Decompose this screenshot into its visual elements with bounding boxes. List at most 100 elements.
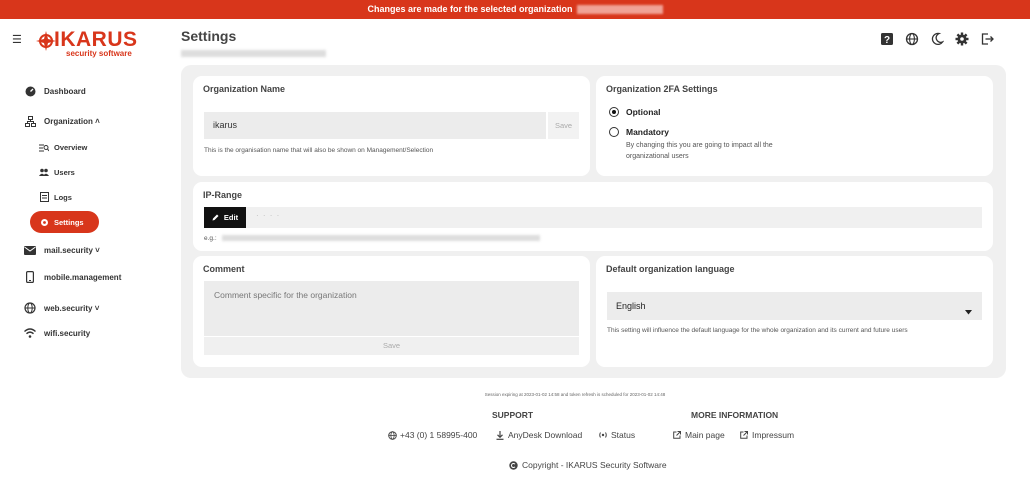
- support-phone-link[interactable]: +43 (0) 1 58995-400: [388, 430, 477, 440]
- sidebar-item-overview[interactable]: Overview: [38, 137, 87, 157]
- sidebar-item-organization[interactable]: Organization ˄: [24, 111, 100, 131]
- organization-name-hint: This is the organisation name that will …: [204, 147, 434, 154]
- sidebar-item-mail-security[interactable]: mail.security ˅: [24, 240, 100, 260]
- anydesk-text: AnyDesk Download: [508, 430, 583, 440]
- main-page-text: Main page: [685, 430, 725, 440]
- dark-mode-icon[interactable]: [930, 32, 945, 46]
- sidebar-item-label: Users: [54, 167, 75, 177]
- page-subtitle-redacted: [181, 50, 326, 57]
- status-text: Status: [611, 430, 636, 440]
- impressum-link[interactable]: Impressum: [740, 430, 794, 440]
- settings-icon: [38, 216, 50, 228]
- language-card: Default organization language English Th…: [596, 256, 993, 367]
- card-title: Default organization language: [606, 264, 735, 274]
- users-icon: [38, 166, 50, 178]
- mail-icon: [24, 244, 36, 256]
- ip-range-example-label: e.g.:: [204, 235, 217, 242]
- status-link[interactable]: Status: [598, 430, 635, 440]
- edit-label: Edit: [223, 213, 239, 222]
- sidebar-item-label: web.security ˅: [44, 303, 100, 313]
- ip-range-example-redacted: [222, 235, 540, 241]
- copyright-text: Copyright - IKARUS Security Software: [522, 460, 667, 470]
- globe-icon[interactable]: [905, 32, 919, 46]
- comment-placeholder: Comment specific for the organization: [214, 290, 357, 300]
- sidebar-item-label: wifi.security: [44, 328, 91, 338]
- organization-icon: [24, 115, 36, 127]
- optional-radio[interactable]: [609, 107, 619, 117]
- external-link-icon: [673, 431, 681, 439]
- pencil-icon: [212, 214, 219, 221]
- organization-banner: Changes are made for the selected organi…: [0, 0, 1030, 19]
- gear-icon[interactable]: [955, 32, 969, 46]
- sidebar-item-label: mobile.management: [44, 272, 122, 282]
- settings-panel: Organization Name ikarus Save This is th…: [181, 65, 1006, 378]
- copyright: Copyright - IKARUS Security Software: [509, 460, 667, 470]
- sidebar-item-settings[interactable]: Settings: [30, 211, 99, 233]
- phone-text: +43 (0) 1 58995-400: [400, 430, 478, 440]
- organization-name-card: Organization Name ikarus Save This is th…: [193, 76, 590, 176]
- sidebar-item-label: mail.security ˅: [44, 245, 100, 255]
- sidebar-item-label: Overview: [54, 142, 88, 152]
- copyright-icon: [509, 460, 518, 470]
- mandatory-note: By changing this you are going to impact…: [626, 142, 773, 160]
- ikarus-logo[interactable]: IKARUS security software: [36, 28, 156, 59]
- sidebar-item-dashboard[interactable]: Dashboard: [24, 81, 86, 101]
- ip-range-card: IP-Range · · · · Edit e.g.:: [193, 182, 993, 251]
- banner-organization-redacted: [576, 5, 663, 15]
- comment-textarea[interactable]: Comment specific for the organization: [204, 281, 579, 336]
- card-title: Comment: [203, 264, 245, 274]
- wifi-icon: [24, 327, 36, 339]
- top-toolbar: ?: [880, 32, 994, 46]
- main-page-link[interactable]: Main page: [673, 430, 725, 440]
- impressum-text: Impressum: [752, 430, 795, 440]
- sidebar-item-mobile-management[interactable]: mobile.management: [24, 267, 121, 287]
- card-title: IP-Range: [203, 190, 243, 200]
- sidebar-item-web-security[interactable]: web.security ˅: [24, 298, 99, 318]
- language-hint: This setting will influence the default …: [607, 327, 908, 334]
- sidebar-item-wifi-security[interactable]: wifi.security: [24, 323, 90, 343]
- chevron-down-icon: [965, 302, 972, 320]
- mandatory-label: Mandatory: [626, 127, 669, 137]
- menu-icon[interactable]: ☰: [12, 35, 22, 46]
- optional-label: Optional: [626, 107, 661, 117]
- session-info: Session expiring at 2023-01-02 14:58 and…: [484, 392, 666, 397]
- support-heading: SUPPORT: [492, 410, 534, 420]
- sidebar-item-logs[interactable]: Logs: [38, 187, 72, 207]
- external-link-icon: [740, 431, 748, 439]
- globe-icon: [388, 430, 397, 440]
- download-icon: [496, 430, 504, 440]
- language-value: English: [616, 301, 646, 311]
- edit-ip-range-button[interactable]: Edit: [204, 207, 246, 228]
- sidebar-item-label: Logs: [54, 192, 72, 202]
- sidebar-item-label: Dashboard: [44, 86, 86, 96]
- anydesk-download-link[interactable]: AnyDesk Download: [496, 430, 582, 440]
- comment-save-button[interactable]: Save: [204, 337, 579, 355]
- logout-icon[interactable]: [980, 32, 994, 46]
- organization-name-input[interactable]: ikarus: [204, 112, 546, 139]
- sidebar-item-label: Organization ˄: [44, 116, 100, 126]
- ip-range-field[interactable]: · · · ·: [204, 207, 982, 228]
- twofa-card: Organization 2FA Settings Optional Manda…: [596, 76, 993, 176]
- dashboard-icon: [24, 85, 36, 97]
- comment-card: Comment Comment specific for the organiz…: [193, 256, 590, 367]
- mandatory-radio[interactable]: [609, 127, 619, 137]
- sidebar-item-users[interactable]: Users: [38, 162, 75, 182]
- card-title: Organization Name: [203, 84, 286, 94]
- web-globe-icon: [24, 302, 36, 314]
- organization-name-save-button[interactable]: Save: [548, 112, 579, 139]
- banner-text: Changes are made for the selected organi…: [367, 4, 573, 14]
- organization-name-value: ikarus: [213, 120, 238, 130]
- logo-subtitle: security software: [66, 49, 132, 58]
- page-title: Settings: [181, 28, 237, 44]
- sidebar-item-label: Settings: [54, 217, 84, 227]
- help-icon[interactable]: ?: [880, 32, 894, 46]
- svg-text:?: ?: [884, 35, 890, 46]
- logo-compass-icon: [36, 31, 56, 51]
- broadcast-icon: [598, 431, 608, 439]
- more-information-heading: MORE INFORMATION: [691, 410, 779, 420]
- overview-icon: [38, 141, 50, 153]
- ip-range-masked-value: · · · ·: [256, 211, 281, 220]
- language-select[interactable]: English: [607, 292, 982, 320]
- card-title: Organization 2FA Settings: [606, 84, 718, 94]
- mobile-icon: [24, 271, 36, 283]
